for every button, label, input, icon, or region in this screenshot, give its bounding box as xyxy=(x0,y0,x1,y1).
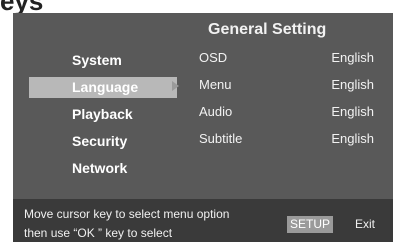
setting-row-subtitle[interactable]: Subtitle English xyxy=(199,131,379,152)
setup-key-badge[interactable]: SETUP xyxy=(287,216,334,233)
setting-label: Menu xyxy=(199,77,232,92)
menu-item-system[interactable]: System xyxy=(29,50,177,71)
setting-value: English xyxy=(331,104,374,119)
menu-item-language[interactable]: Language xyxy=(29,77,177,98)
setting-row-audio[interactable]: Audio English xyxy=(199,104,379,125)
setting-value: English xyxy=(331,50,374,65)
menu-item-network[interactable]: Network xyxy=(29,158,177,179)
setting-row-osd[interactable]: OSD English xyxy=(199,50,379,71)
page-title: General Setting xyxy=(208,21,327,38)
menu-item-security[interactable]: Security xyxy=(29,131,177,152)
footer-hint-line-2: then use “OK ” key to select xyxy=(24,226,173,240)
triangle-right-icon xyxy=(172,81,179,91)
setting-row-menu[interactable]: Menu English xyxy=(199,77,379,98)
menu-item-playback[interactable]: Playback xyxy=(29,104,177,125)
setting-label: Audio xyxy=(199,104,233,119)
setting-value: English xyxy=(331,131,374,146)
setting-label: Subtitle xyxy=(199,131,243,146)
footer-hint-line-1: Move cursor key to select menu option xyxy=(24,207,230,221)
exit-label[interactable]: Exit xyxy=(355,216,375,233)
setting-label: OSD xyxy=(199,50,228,65)
setting-value: English xyxy=(331,77,374,92)
